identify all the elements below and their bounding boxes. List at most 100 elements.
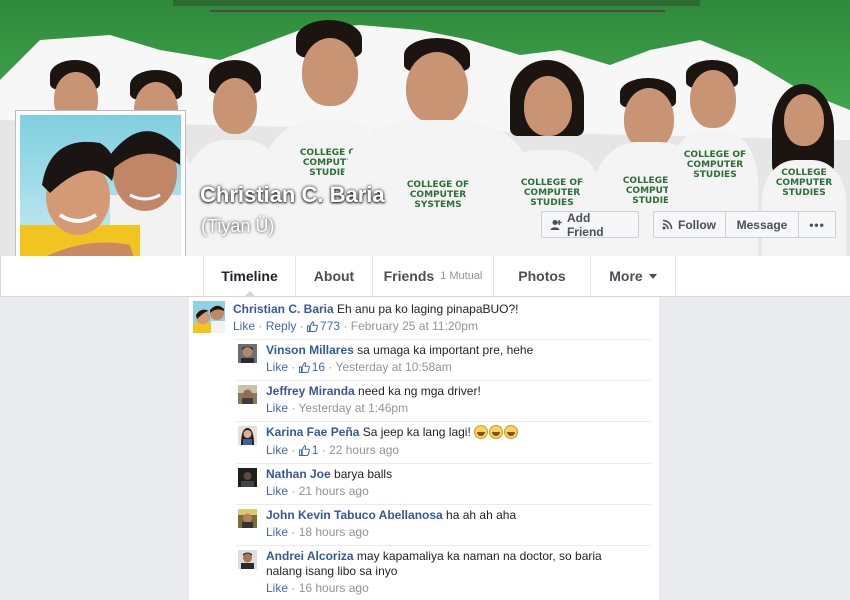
mutual-friends-count: 1 Mutual (440, 270, 483, 282)
reply-avatar[interactable] (238, 426, 257, 445)
comment-like-count[interactable]: 773 (320, 319, 340, 333)
more-options-icon: ••• (809, 217, 825, 232)
tab-photos-label: Photos (518, 268, 566, 284)
add-friend-button[interactable]: Add Friend (541, 210, 639, 239)
tab-timeline-label: Timeline (221, 268, 278, 284)
cover-person: COLLEGE OF COMPUTER SYSTEMS (344, 30, 530, 256)
more-options-button[interactable]: ••• (798, 211, 836, 238)
profile-alternate-name: (Tiyan Ü) (201, 216, 275, 236)
reply-divider (236, 339, 651, 340)
cover-top-line (210, 10, 665, 12)
reply-text: ha ah ah aha (446, 508, 517, 522)
like-link[interactable]: Like (266, 360, 288, 374)
reply-meta: Like · 1 · 22 hours ago (266, 443, 400, 457)
reply-text: Sa jeep ka lang lagi! (362, 425, 471, 439)
comment-timestamp[interactable]: February 25 at 11:20pm (351, 319, 478, 333)
reply-timestamp[interactable]: Yesterday at 10:58am (336, 360, 452, 374)
reply-body: Vinson Millares sa umaga ka important pr… (266, 343, 533, 357)
profile-name[interactable]: Christian C. Baria (200, 182, 385, 208)
profile-page: COLLEGE OF COMPUTER STUDIES COLLEGE OF COMP… (0, 0, 850, 600)
reply-body: Karina Fae Peña Sa jeep ka lang lagi! (266, 425, 519, 439)
tab-timeline[interactable]: Timeline (203, 256, 296, 297)
reply-author-name[interactable]: Andrei Alcoriza (266, 549, 354, 563)
like-link[interactable]: Like (266, 525, 288, 539)
reply-like-count[interactable]: 1 (312, 443, 319, 457)
like-link[interactable]: Like (266, 484, 288, 498)
shirt-print: COLLEGE COMPUTER STUDIES (775, 168, 833, 198)
follow-label: Follow (678, 217, 716, 232)
reply-like-count[interactable]: 16 (312, 360, 325, 374)
like-link[interactable]: Like (233, 319, 255, 333)
reply-meta: Like · 21 hours ago (266, 484, 369, 498)
thumbs-up-icon (298, 445, 310, 456)
cover-top-band (173, 0, 700, 6)
like-link[interactable]: Like (266, 401, 288, 415)
thumbs-up-icon (307, 321, 318, 332)
reply-timestamp[interactable]: 16 hours ago (299, 581, 369, 595)
reply-author-name[interactable]: Vinson Millares (266, 343, 354, 357)
reply-divider (236, 504, 651, 505)
reply-avatar[interactable] (238, 344, 257, 363)
reply-text: may kapamaliya ka naman na doctor, so ba… (356, 549, 602, 563)
follow-button[interactable]: Follow (653, 211, 726, 238)
reply-author-name[interactable]: Jeffrey Miranda (266, 384, 355, 398)
chevron-down-icon (648, 273, 657, 279)
comment-author-avatar[interactable] (193, 301, 225, 333)
reply-meta: Like · Yesterday at 1:46pm (266, 401, 409, 415)
tab-about-label: About (313, 268, 355, 284)
reply-divider (236, 380, 651, 381)
laughing-emoji-icon (489, 425, 504, 439)
reply-link[interactable]: Reply (266, 319, 297, 333)
laughing-emoji-icon (474, 425, 489, 439)
reply-body-continued: nalang isang libo sa inyo (266, 564, 397, 578)
main-comment-body: Christian C. Baria Eh anu pa ko laging p… (233, 302, 519, 316)
reply-author-name[interactable]: John Kevin Tabuco Abellanosa (266, 508, 443, 522)
reply-author-name[interactable]: Karina Fae Peña (266, 425, 359, 439)
reply-divider (236, 463, 651, 464)
reply-text: need ka ng mga driver! (358, 384, 481, 398)
laughing-emoji-icon (504, 425, 519, 439)
tab-friends-label: Friends (383, 268, 435, 284)
reply-divider (236, 545, 651, 546)
reply-avatar[interactable] (238, 468, 257, 487)
reply-avatar[interactable] (238, 550, 257, 569)
reply-avatar[interactable] (238, 509, 257, 528)
comment-author-name[interactable]: Christian C. Baria (233, 302, 334, 316)
add-friend-icon (550, 219, 562, 230)
profile-picture-image (20, 115, 181, 276)
profile-nav: Timeline About Friends 1 Mutual Photos M… (0, 256, 850, 297)
add-friend-label: Add Friend (566, 210, 604, 239)
comments-panel: Christian C. Baria Eh anu pa ko laging p… (189, 297, 659, 600)
tab-photos[interactable]: Photos (494, 256, 591, 296)
tab-about[interactable]: About (296, 256, 373, 296)
reply-body: Jeffrey Miranda need ka ng mga driver! (266, 384, 481, 398)
reply-timestamp[interactable]: 21 hours ago (299, 484, 369, 498)
reply-avatar[interactable] (238, 385, 257, 404)
tab-more[interactable]: More (591, 256, 676, 296)
reply-timestamp[interactable]: Yesterday at 1:46pm (298, 401, 408, 415)
reply-text-line2: nalang isang libo sa inyo (266, 564, 398, 578)
comment-text: Eh anu pa ko laging pinapaBUO?! (337, 302, 519, 316)
reply-body: Andrei Alcoriza may kapamaliya ka naman … (266, 549, 602, 563)
reply-text: barya balls (334, 467, 393, 481)
tab-more-label: More (609, 268, 643, 284)
rss-follow-icon (662, 219, 673, 230)
message-label: Message (736, 217, 788, 232)
reply-timestamp[interactable]: 18 hours ago (299, 525, 369, 539)
main-comment-meta: Like · Reply · 773 · February 25 at 11:2… (233, 319, 478, 333)
shirt-print: COLLEGE OF COMPUTER STUDIES (520, 178, 584, 208)
like-link[interactable]: Like (266, 581, 288, 595)
shirt-print: COLLEGE OF COMPUTER SYSTEMS (406, 180, 470, 210)
thumbs-up-icon (298, 362, 310, 373)
tab-friends[interactable]: Friends 1 Mutual (373, 256, 494, 296)
reply-body: Nathan Joe barya balls (266, 467, 392, 481)
like-link[interactable]: Like (266, 443, 288, 457)
shirt-print: COLLEGE OF COMPUTER STUDIES (683, 150, 747, 180)
reply-body: John Kevin Tabuco Abellanosa ha ah ah ah… (266, 508, 516, 522)
reply-meta: Like · 16 hours ago (266, 581, 369, 595)
reply-meta: Like · 16 · Yesterday at 10:58am (266, 360, 452, 374)
reply-divider (236, 421, 651, 422)
message-button[interactable]: Message (725, 211, 799, 238)
reply-author-name[interactable]: Nathan Joe (266, 467, 331, 481)
reply-timestamp[interactable]: 22 hours ago (329, 443, 399, 457)
